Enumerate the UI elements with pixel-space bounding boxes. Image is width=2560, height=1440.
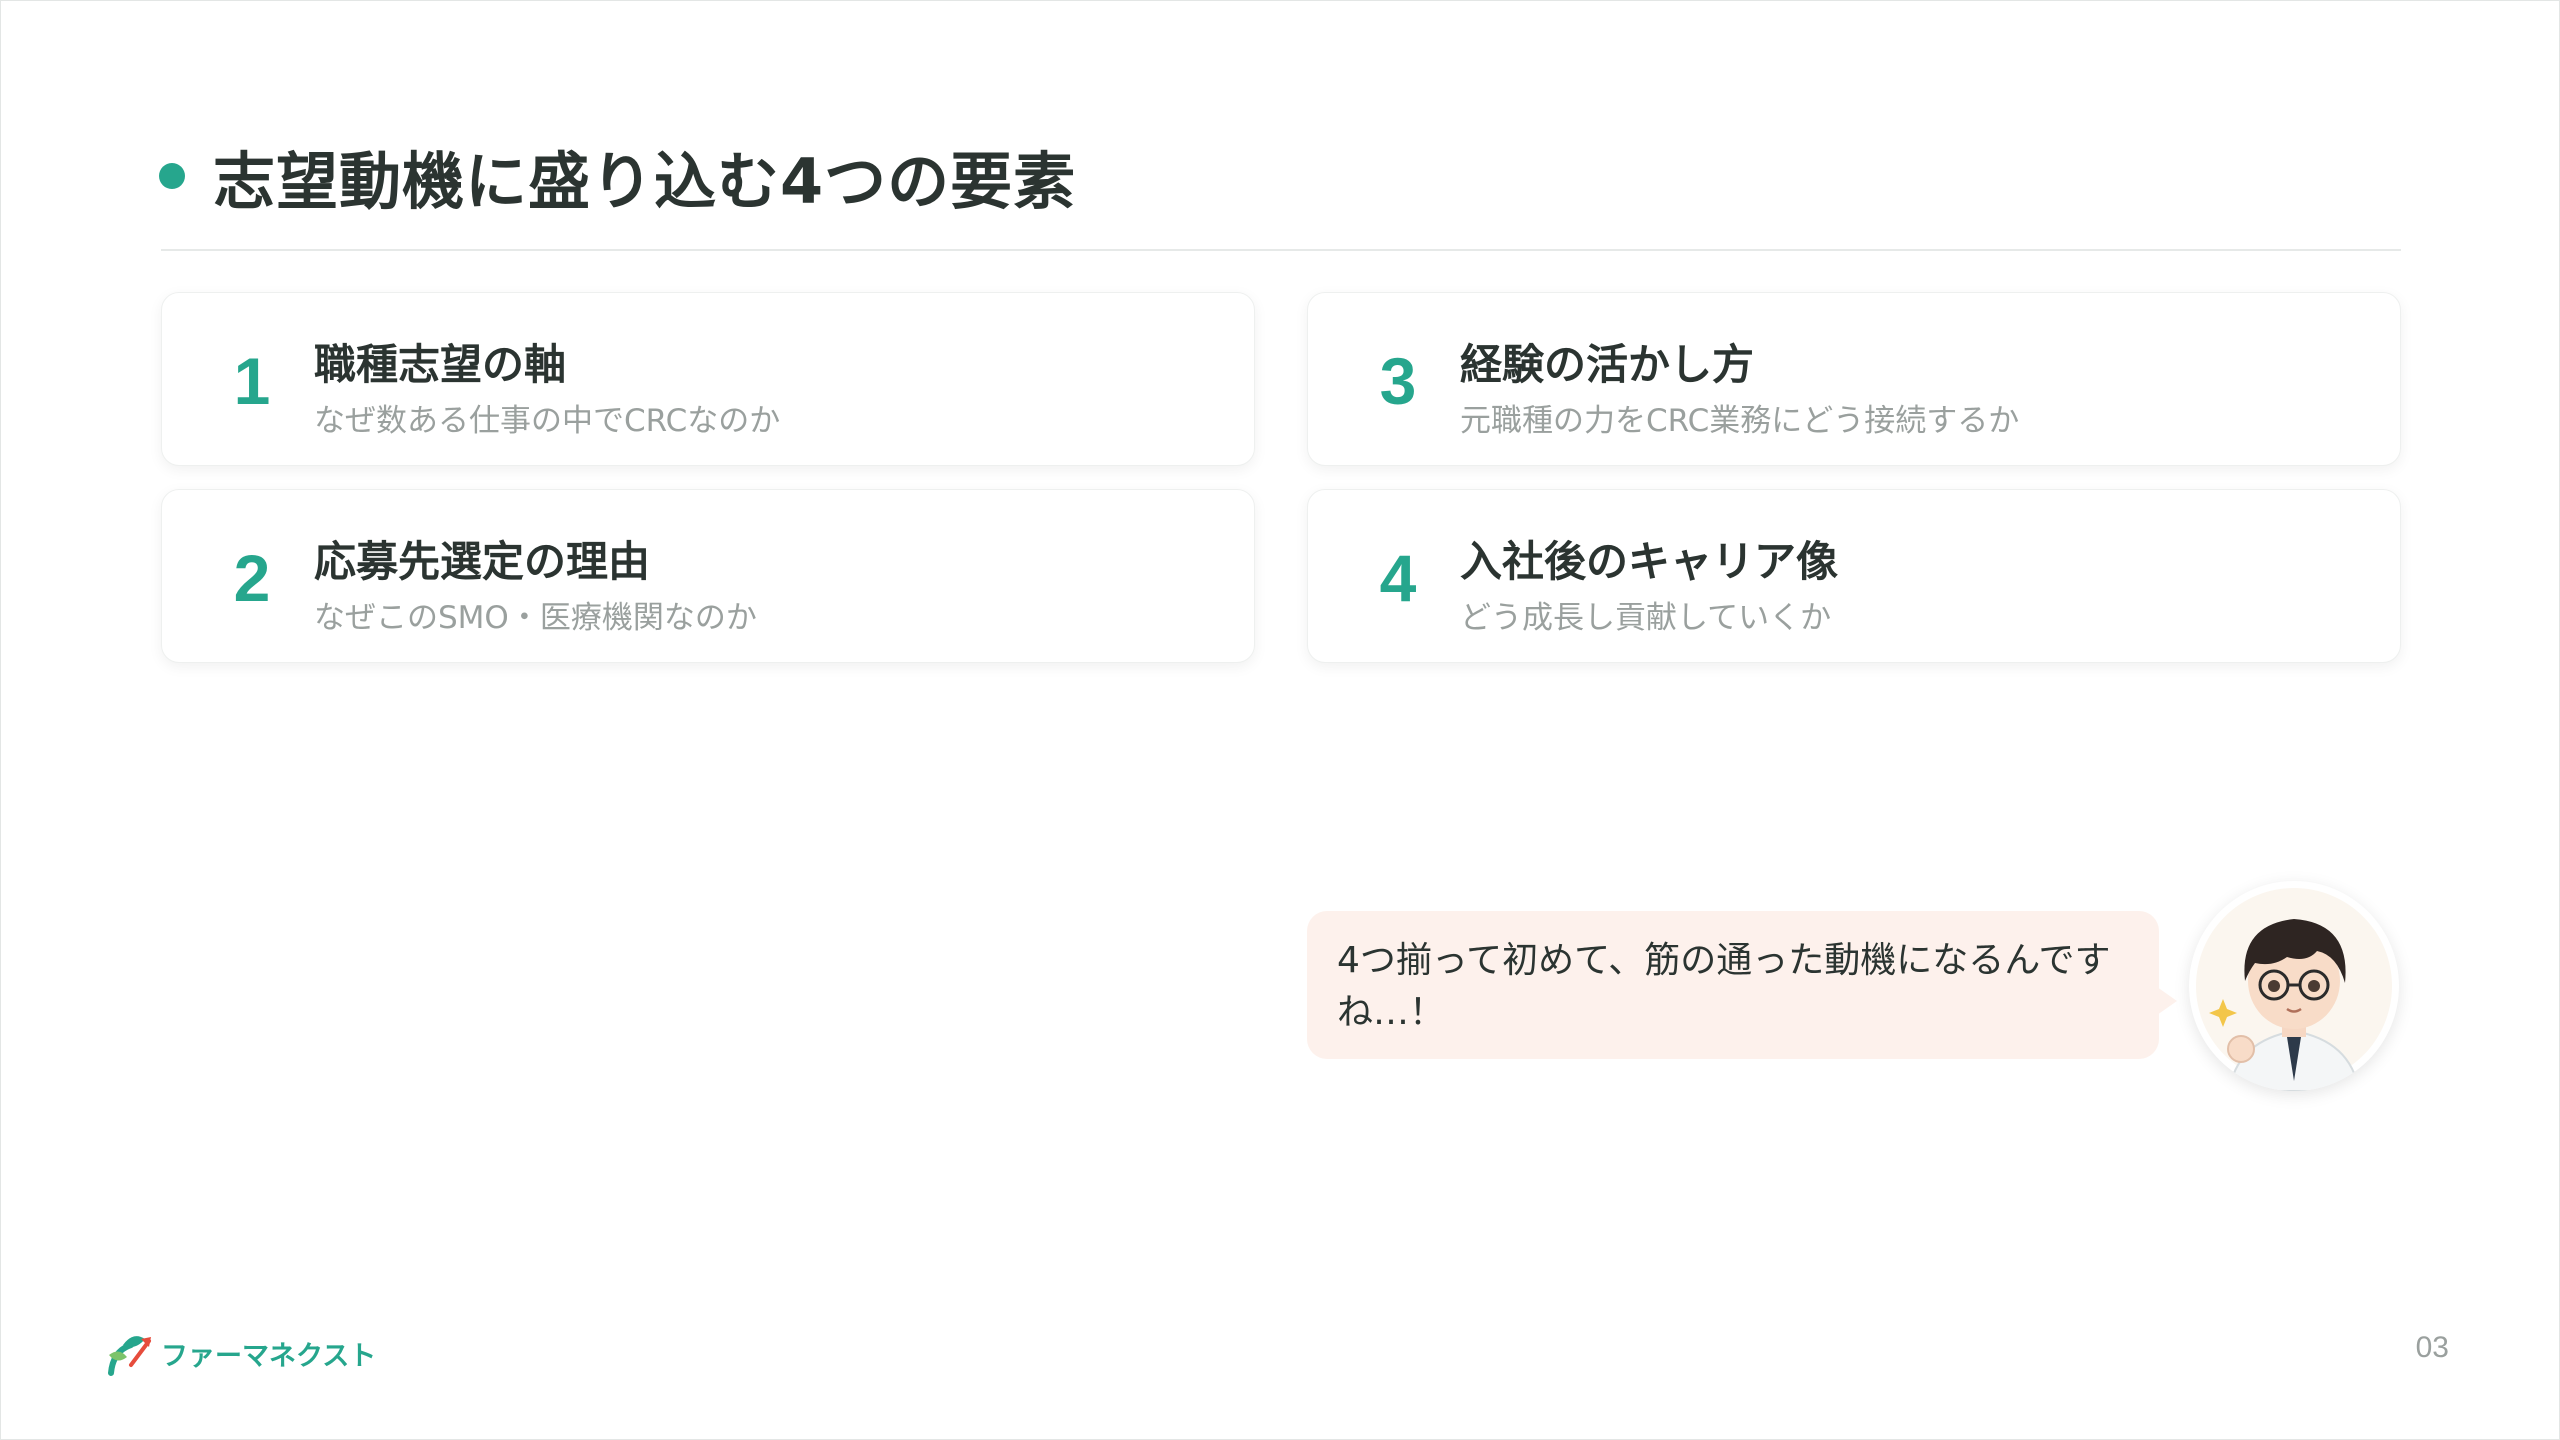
sprout-arrow-icon (108, 1336, 151, 1376)
speech-bubble-tail (2157, 987, 2177, 1015)
speech-bubble: 4つ揃って初めて、筋の通った動機になるんです ね…！ (1307, 911, 2159, 1059)
card-heading: 職種志望の軸 (314, 340, 567, 389)
page-number: 03 (2415, 1331, 2449, 1364)
card-heading: 応募先選定の理由 (314, 537, 651, 586)
card-subtext: どう成長し貢献していくか (1460, 600, 1832, 636)
card-heading: 入社後のキャリア像 (1460, 537, 1839, 586)
card-number: 3 (1379, 344, 1417, 418)
character-avatar-icon (2189, 881, 2399, 1091)
title-bullet-icon (159, 163, 185, 189)
title-row: 志望動機に盛り込む4つの要素 (159, 131, 1076, 221)
card-subtext: なぜこのSMO・医療機関なのか (314, 600, 757, 636)
card-number: 2 (233, 541, 271, 615)
speech-text-line1: 4つ揃って初めて、筋の通った動機になるんです (1337, 940, 2111, 981)
title-divider (161, 249, 2401, 251)
card-heading: 経験の活かし方 (1460, 340, 1755, 389)
brand-logo-text: ファーマネクスト (161, 1340, 377, 1372)
brand-logo: ファーマネクスト (105, 1323, 376, 1383)
element-card-4: 4 入社後のキャリア像 どう成長し貢献していくか (1307, 489, 2401, 663)
card-number: 1 (233, 344, 271, 418)
card-subtext: なぜ数ある仕事の中でCRCなのか (314, 403, 781, 439)
element-card-1: 1 職種志望の軸 なぜ数ある仕事の中でCRCなのか (161, 292, 1255, 466)
element-card-3: 3 経験の活かし方 元職種の力をCRC業務にどう接続するか (1307, 292, 2401, 466)
card-number: 4 (1379, 541, 1417, 615)
speech-text-line2: ね…！ (1337, 992, 1446, 1033)
slide: 志望動機に盛り込む4つの要素 1 職種志望の軸 なぜ数ある仕事の中でCRCなのか… (0, 0, 2560, 1440)
card-subtext: 元職種の力をCRC業務にどう接続するか (1460, 403, 2020, 439)
slide-title: 志望動機に盛り込む4つの要素 (213, 145, 1077, 218)
element-card-2: 2 応募先選定の理由 なぜこのSMO・医療機関なのか (161, 489, 1255, 663)
